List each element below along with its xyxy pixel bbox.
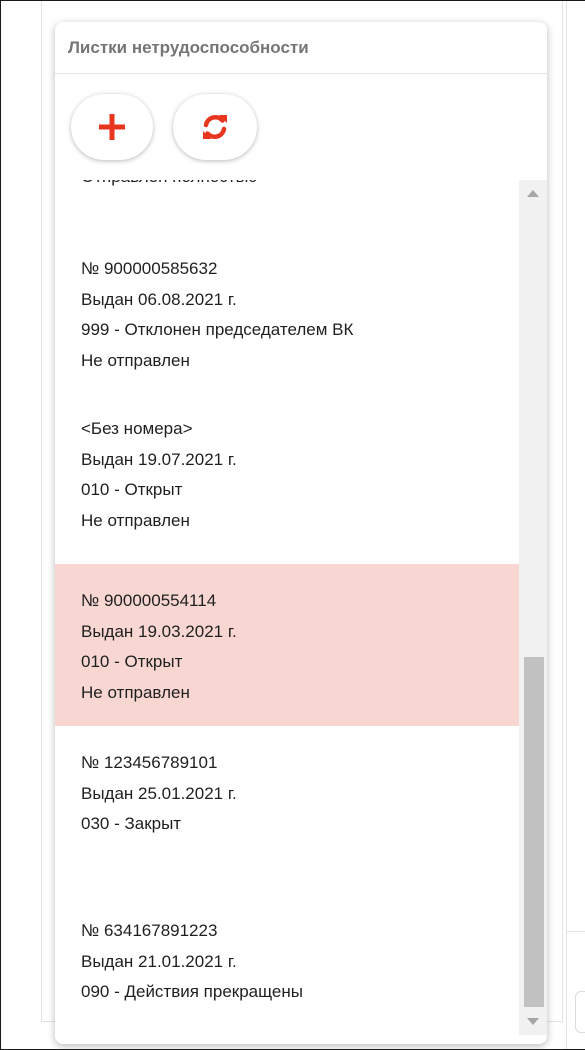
list-item[interactable]: <Без номера> Выдан 19.07.2021 г. 010 - О…	[55, 402, 519, 564]
item-issued-date: Выдан 25.01.2021 г.	[81, 783, 237, 803]
list-item[interactable]: № 123456789101 Выдан 25.01.2021 г. 030 -…	[55, 726, 519, 886]
item-number: № 900000554114	[81, 591, 217, 610]
item-issued-date: Выдан 19.07.2021 г.	[81, 449, 237, 469]
list-item-selected[interactable]: № 900000554114 Выдан 19.03.2021 г. 010 -…	[55, 564, 519, 726]
scroll-thumb[interactable]	[524, 657, 544, 1007]
divider	[567, 931, 585, 932]
list-scrollbar[interactable]	[519, 180, 547, 1035]
item-sent-status: Не отправлен	[81, 350, 190, 370]
scroll-down-arrow-icon	[527, 1018, 539, 1025]
item-number: № 634167891223	[81, 921, 218, 940]
item-issued-date: Выдан 19.03.2021 г.	[81, 621, 237, 641]
list-item[interactable]: № 634167891223 Выдан 21.01.2021 г. 090 -…	[55, 886, 519, 1026]
list-item[interactable]: № 900000585632 Выдан 06.08.2021 г. 999 -…	[55, 242, 519, 402]
scroll-up-arrow-icon	[527, 190, 539, 197]
item-status: 999 - Отклонен председателем ВК	[81, 320, 354, 339]
item-sent-status: Не отправлен	[81, 682, 190, 702]
add-button[interactable]	[71, 94, 153, 160]
item-status: 010 - Открыт	[81, 652, 183, 671]
item-status: 030 - Закрыт	[81, 814, 182, 833]
adjacent-control[interactable]	[575, 991, 585, 1033]
scroll-down-button[interactable]	[519, 1009, 547, 1035]
adjacent-panel-fragment	[566, 1, 585, 1049]
item-status: 090 - Действия прекращены	[81, 982, 303, 1001]
item-number: <Без номера>	[81, 419, 193, 438]
item-sent-status: Отправлен полностью	[81, 180, 493, 193]
toolbar	[71, 94, 257, 160]
panel-header: Листки нетрудоспособности	[55, 22, 547, 74]
sick-leave-list[interactable]: Отправлен полностью № 900000585632 Выдан…	[55, 180, 519, 1035]
item-sent-status: Не отправлен	[81, 510, 190, 530]
scroll-up-button[interactable]	[519, 180, 547, 206]
item-issued-date: Выдан 21.01.2021 г.	[81, 951, 237, 971]
list-item[interactable]: Отправлен полностью	[55, 180, 519, 242]
plus-icon	[99, 114, 125, 140]
sick-leave-panel: Листки нетрудоспособности Отправлен полн…	[55, 22, 547, 1044]
item-issued-date: Выдан 06.08.2021 г.	[81, 289, 237, 309]
item-status: 010 - Открыт	[81, 480, 183, 499]
refresh-button[interactable]	[173, 94, 257, 160]
item-number: № 900000585632	[81, 259, 218, 278]
panel-title: Листки нетрудоспособности	[68, 37, 309, 57]
refresh-icon	[203, 115, 227, 139]
item-number: № 123456789101	[81, 753, 218, 772]
